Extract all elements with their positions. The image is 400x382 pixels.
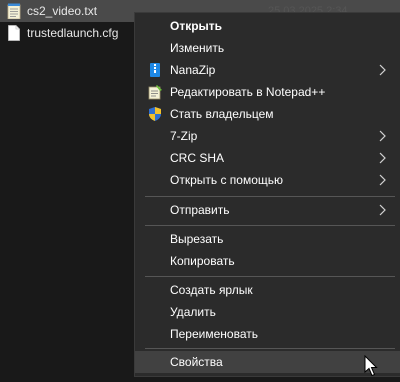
menu-separator [145,276,395,277]
menu-item-create-shortcut[interactable]: Создать ярлык [135,279,400,301]
menu-item-label: Стать владельцем [170,107,274,121]
menu-item-label: 7-Zip [170,129,198,143]
menu-item-open-with[interactable]: Открыть с помощью [135,169,400,191]
menu-item-cut[interactable]: Вырезать [135,228,400,250]
menu-item-label: Вырезать [170,232,224,246]
menu-item-open[interactable]: Открыть [135,15,400,37]
file-name: cs2_video.txt [27,4,98,18]
nanazip-icon [147,62,163,78]
chevron-right-icon [376,174,388,186]
notepad-file-icon [7,3,21,20]
menu-item-label: Изменить [170,41,225,55]
context-menu: Открыть Изменить NanaZip Редактировать в… [134,12,400,377]
menu-item-edit[interactable]: Изменить [135,37,400,59]
chevron-right-icon [376,130,388,142]
menu-item-label: Свойства [170,355,223,369]
menu-item-label: Удалить [170,305,216,319]
blank-file-icon [7,25,21,41]
notepad-plus-plus-icon [147,84,163,100]
menu-separator [145,225,395,226]
menu-item-label: Отправить [170,203,230,217]
menu-item-rename[interactable]: Переименовать [135,323,400,345]
menu-item-nanazip[interactable]: NanaZip [135,59,400,81]
menu-item-label: Открыть с помощью [170,173,284,187]
menu-item-take-ownership[interactable]: Стать владельцем [135,103,400,125]
menu-separator [145,196,395,197]
menu-item-send-to[interactable]: Отправить [135,199,400,221]
menu-item-crc-sha[interactable]: CRC SHA [135,147,400,169]
menu-item-label: Переименовать [170,327,258,341]
chevron-right-icon [376,204,388,216]
menu-item-label: Копировать [170,254,235,268]
menu-item-copy[interactable]: Копировать [135,250,400,272]
menu-item-label: Открыть [170,19,223,33]
menu-item-label: CRC SHA [170,151,225,165]
menu-item-label: Создать ярлык [170,283,253,297]
menu-item-delete[interactable]: Удалить [135,301,400,323]
chevron-right-icon [376,152,388,164]
menu-item-label: NanaZip [170,63,216,77]
mouse-pointer-icon [364,354,378,377]
uac-shield-icon [147,106,163,122]
menu-item-notepad-plus-plus[interactable]: Редактировать в Notepad++ [135,81,400,103]
file-name: trustedlaunch.cfg [27,26,119,40]
menu-item-label: Редактировать в Notepad++ [170,85,326,99]
file-row-trustedlaunch[interactable]: trustedlaunch.cfg [0,22,118,44]
menu-item-properties[interactable]: Свойства [135,351,400,373]
chevron-right-icon [376,64,388,76]
menu-item-7zip[interactable]: 7-Zip [135,125,400,147]
menu-separator [145,348,395,349]
